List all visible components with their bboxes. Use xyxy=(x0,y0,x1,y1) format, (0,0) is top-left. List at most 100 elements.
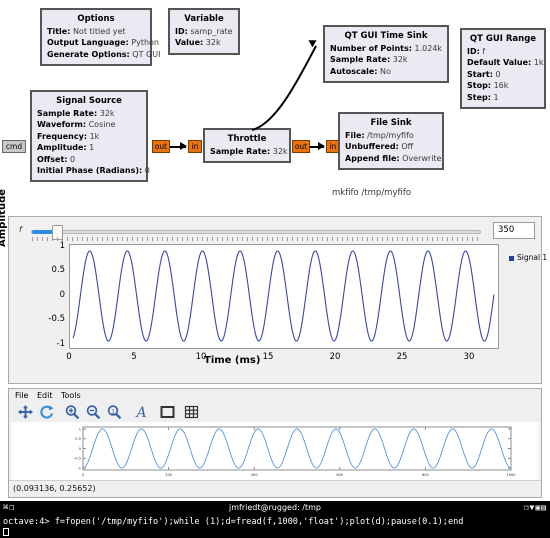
svg-text:1: 1 xyxy=(111,407,115,415)
chart-x-tick: 0 xyxy=(66,352,72,362)
block-param-row: ID: f xyxy=(467,47,486,56)
terminal-window[interactable]: ⌘❐ jmfriedt@rugged: /tmp ❐▼▣▤ octave:4> … xyxy=(0,501,550,538)
octave-toolbar: 1 A xyxy=(9,402,541,422)
menu-item-file[interactable]: File xyxy=(15,391,28,400)
block-options[interactable]: Options Title: Not titled yet Output Lan… xyxy=(40,8,160,67)
port-out-throttle[interactable]: out xyxy=(292,140,310,153)
block-title: File Sink xyxy=(370,118,412,128)
svg-text:0: 0 xyxy=(79,447,82,451)
svg-text:600: 600 xyxy=(336,473,344,477)
connection-arrow xyxy=(180,142,187,150)
pan-icon[interactable] xyxy=(17,404,34,420)
chart-x-axis-label: Time (ms) xyxy=(204,355,261,366)
octave-waveform-svg: 0 200 400 600 800 1000 -1 -0.5 0 0.5 1 xyxy=(74,426,516,477)
port-in-throttle[interactable]: in xyxy=(188,140,202,153)
block-title: Throttle xyxy=(227,134,267,144)
block-qt-gui-time-sink[interactable]: QT GUI Time Sink Number of Points: 1.024… xyxy=(323,25,449,84)
legend-label: Signal 1 xyxy=(517,253,548,262)
chart-legend[interactable]: Signal 1 xyxy=(509,253,547,262)
block-param-row: Autoscale: No xyxy=(330,66,391,76)
svg-text:1000: 1000 xyxy=(506,473,516,477)
chart-x-tick: 20 xyxy=(329,352,341,362)
block-param-row: Waveform: Cosine xyxy=(37,120,116,130)
terminal-cursor xyxy=(3,528,9,536)
svg-text:-1: -1 xyxy=(77,466,81,470)
menu-item-edit[interactable]: Edit xyxy=(37,391,53,400)
octave-plot-area[interactable]: 0 200 400 600 800 1000 -1 -0.5 0 0.5 1 xyxy=(11,422,539,481)
block-title: QT GUI Time Sink xyxy=(344,31,428,41)
block-param-row: Stop: 16k xyxy=(467,81,509,91)
block-param-row: Append file: Overwrite xyxy=(345,153,442,163)
time-sink-plot[interactable] xyxy=(69,244,499,349)
block-param-row: Sample Rate: 32k xyxy=(330,55,408,65)
zoom-out-icon[interactable] xyxy=(85,404,102,420)
block-param-row: Initial Phase (Radians): 0 xyxy=(37,166,150,176)
block-param-row: Value: 32k xyxy=(175,38,221,48)
chart-y-axis-label: Amplitude xyxy=(0,188,8,247)
waveform-svg xyxy=(72,250,495,342)
terminal-title: jmfriedt@rugged: /tmp xyxy=(229,503,321,512)
terminal-titlebar: ⌘❐ jmfriedt@rugged: /tmp ❐▼▣▤ xyxy=(0,501,550,516)
block-param-row: Frequency: 1k xyxy=(37,131,100,141)
block-param-row: Sample Rate: 32k xyxy=(210,147,288,156)
block-title: Options xyxy=(77,14,115,24)
block-param-row: Number of Points: 1.024k xyxy=(330,44,443,53)
svg-text:A: A xyxy=(134,405,146,420)
chart-y-tick: 0 xyxy=(59,290,65,300)
terminal-command-line: octave:4> f=fopen('/tmp/myfifo');while (… xyxy=(3,517,464,527)
connection-arrow xyxy=(318,142,325,150)
port-cmd[interactable]: cmd xyxy=(2,140,26,153)
slider-ticks xyxy=(32,237,480,241)
grid-icon[interactable] xyxy=(183,404,200,420)
block-file-sink[interactable]: File Sink File: /tmp/myfifo Unbuffered: … xyxy=(338,112,444,171)
svg-text:1: 1 xyxy=(79,427,81,431)
chart-y-tick: 0.5 xyxy=(51,265,65,275)
chart-y-tick: 1 xyxy=(59,241,65,251)
octave-figure-window: File Edit Tools 1 A 0 200 400 600 800 10… xyxy=(8,388,542,498)
block-qt-gui-range[interactable]: QT GUI Range ID: f Default Value: 1k Sta… xyxy=(460,28,546,110)
block-param-row: Unbuffered: Off xyxy=(345,142,414,152)
port-out-signal-source[interactable]: out xyxy=(152,140,170,153)
block-param-row: File: /tmp/myfifo xyxy=(345,131,414,140)
slider-value-input[interactable]: 350 xyxy=(493,222,535,239)
block-param-row: Step: 1 xyxy=(467,92,499,102)
block-param-row: Offset: 0 xyxy=(37,154,76,164)
svg-text:400: 400 xyxy=(251,473,259,477)
cursor-coordinates: (0.093136, 0.25652) xyxy=(13,484,96,493)
svg-text:-0.5: -0.5 xyxy=(74,457,81,461)
block-throttle[interactable]: Throttle Sample Rate: 32k xyxy=(203,128,291,164)
legend-swatch-icon xyxy=(509,255,514,261)
slider-label: f xyxy=(19,225,22,234)
qt-gui-window: f 350 Amplitude 1 0.5 0 -0.5 -1 0 5 10 1… xyxy=(0,189,547,384)
text-tool-icon[interactable]: A xyxy=(133,404,150,421)
block-signal-source[interactable]: Signal Source Sample Rate: 32k Waveform:… xyxy=(30,90,150,183)
block-variable[interactable]: Variable ID: samp_rate Value: 32k xyxy=(168,8,240,55)
chart-y-tick: -0.5 xyxy=(48,314,65,324)
zoom-in-icon[interactable] xyxy=(64,404,81,420)
terminal-body[interactable]: octave:4> f=fopen('/tmp/myfifo');while (… xyxy=(0,516,550,538)
block-param-row: Output Language: Python xyxy=(47,38,159,48)
box-tool-icon[interactable] xyxy=(159,404,176,420)
chart-x-tick: 25 xyxy=(396,352,408,362)
chart-x-tick: 5 xyxy=(131,352,137,362)
svg-text:0: 0 xyxy=(82,473,85,477)
block-param-row: Title: Not titled yet xyxy=(47,27,126,36)
slider-track[interactable] xyxy=(31,230,481,234)
svg-text:800: 800 xyxy=(422,473,430,477)
block-param-row: Sample Rate: 32k xyxy=(37,109,115,118)
svg-text:0.5: 0.5 xyxy=(75,437,81,441)
octave-statusbar: (0.093136, 0.25652) xyxy=(9,480,541,497)
refresh-icon[interactable] xyxy=(38,404,55,420)
connection-curve xyxy=(251,45,317,131)
block-param-row: ID: samp_rate xyxy=(175,27,233,36)
chart-y-tick: -1 xyxy=(56,339,65,349)
block-title: Variable xyxy=(184,14,224,24)
slider-fill xyxy=(32,230,54,234)
menu-item-tools[interactable]: Tools xyxy=(61,391,81,400)
zoom-reset-icon[interactable]: 1 xyxy=(106,404,123,420)
block-param-row: Start: 0 xyxy=(467,69,501,79)
block-title: Signal Source xyxy=(56,96,122,106)
grc-flowgraph-canvas[interactable]: Options Title: Not titled yet Output Lan… xyxy=(0,0,550,210)
flowgraph-caption: mkfifo /tmp/myfifo xyxy=(332,188,412,198)
window-controls-icon[interactable]: ❐▼▣▤ xyxy=(524,503,547,512)
